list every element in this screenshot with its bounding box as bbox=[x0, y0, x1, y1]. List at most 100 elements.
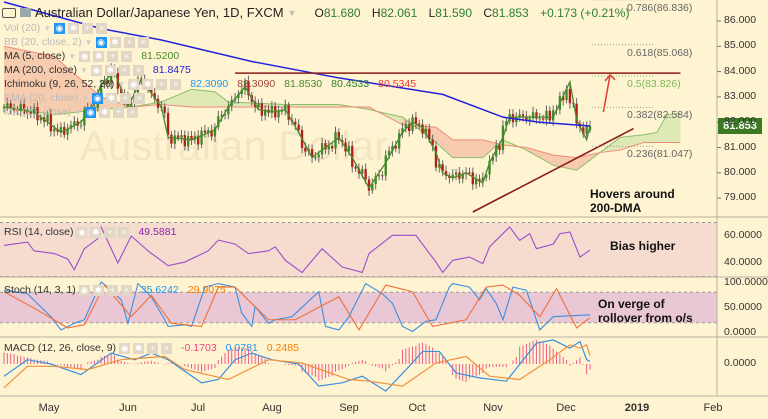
eye-icon[interactable]: ◉ bbox=[76, 226, 88, 238]
candle bbox=[381, 175, 384, 177]
candle bbox=[180, 135, 183, 138]
legend-row[interactable]: MA (5, close) ▼ ◉ ✱ + × 81.5200 bbox=[4, 50, 179, 62]
plus-icon[interactable]: + bbox=[120, 92, 132, 104]
ohlc-readout: O81.680 H82.061 L81.590 C81.853 +0.173 (… bbox=[315, 6, 638, 20]
legend-value: 81.8475 bbox=[152, 64, 191, 76]
close-icon[interactable]: × bbox=[118, 226, 130, 238]
time-label: Feb bbox=[703, 402, 723, 414]
gear-icon[interactable]: ✱ bbox=[104, 64, 116, 76]
stoch-tick: 50.0000 bbox=[724, 301, 762, 313]
candle bbox=[548, 110, 551, 121]
legend-row[interactable]: MA (20, close) ▼ ◉ ✱ + × bbox=[4, 106, 139, 118]
gear-icon[interactable]: ✱ bbox=[93, 50, 105, 62]
eye-icon[interactable]: ◉ bbox=[128, 78, 140, 90]
chevron-down-icon[interactable]: ▼ bbox=[85, 38, 93, 47]
annotation-line: Hovers around bbox=[590, 187, 675, 201]
stoch-tick: 0.0000 bbox=[724, 326, 757, 338]
legend-row[interactable]: MA (200, close) ▼ ◉ ✱ + × 81.8475 bbox=[4, 64, 191, 76]
chevron-down-icon[interactable]: ▼ bbox=[81, 94, 89, 103]
cloud-segment bbox=[191, 89, 215, 108]
collapse-icon[interactable] bbox=[2, 7, 16, 18]
gear-icon[interactable]: ✱ bbox=[142, 78, 154, 90]
annotation-200dma: Hovers around 200-DMA bbox=[590, 187, 675, 215]
price-tick: 80.000 bbox=[724, 165, 757, 178]
candle bbox=[585, 125, 588, 135]
plus-icon[interactable]: + bbox=[113, 106, 125, 118]
candle bbox=[418, 123, 421, 125]
chevron-down-icon[interactable]: ▼ bbox=[117, 80, 125, 89]
candle bbox=[277, 110, 280, 118]
legend-label: MA (5, close) bbox=[4, 50, 66, 62]
time-label: Nov bbox=[483, 402, 503, 414]
gear-icon[interactable]: ✱ bbox=[92, 284, 104, 296]
close-icon[interactable]: × bbox=[170, 78, 182, 90]
candle bbox=[297, 124, 300, 131]
plus-icon[interactable]: + bbox=[104, 226, 116, 238]
plus-icon[interactable]: + bbox=[147, 342, 159, 354]
candle bbox=[183, 135, 186, 147]
open-value: 81.680 bbox=[323, 5, 361, 20]
close-icon[interactable]: × bbox=[161, 342, 173, 354]
gear-icon[interactable]: ✱ bbox=[99, 106, 111, 118]
rsi-legend[interactable]: RSI (14, close) ◉ ✱ + × 49.5881 bbox=[4, 226, 176, 238]
eye-icon[interactable]: ◉ bbox=[79, 50, 91, 62]
eye-icon[interactable]: ◉ bbox=[54, 22, 66, 34]
time-label: Oct bbox=[408, 402, 426, 414]
annotation-line: rollover from o/s bbox=[598, 311, 693, 325]
candle bbox=[414, 117, 418, 124]
legend-row[interactable]: EMA (20, close) ▼ ◉ ✱ + × bbox=[4, 92, 146, 104]
legend-row[interactable]: BB (20, close, 2) ▼ ◉ ✱ + × bbox=[4, 36, 149, 48]
legend-value: 81.5200 bbox=[141, 50, 180, 62]
close-icon[interactable]: × bbox=[137, 36, 149, 48]
gear-icon[interactable]: ✱ bbox=[106, 92, 118, 104]
plus-icon[interactable]: + bbox=[118, 64, 130, 76]
legend-row[interactable]: Ichimoku (9, 26, 52, 26) ▼ ◉ ✱ + × 82.3090 82.3… bbox=[4, 78, 416, 90]
close-icon[interactable]: × bbox=[96, 22, 108, 34]
symbol-title[interactable]: Australian Dollar/Japanese Yen, 1D, FXCM bbox=[35, 5, 284, 20]
gear-icon[interactable]: ✱ bbox=[68, 22, 80, 34]
plus-icon[interactable]: + bbox=[123, 36, 135, 48]
eye-icon[interactable]: ◉ bbox=[78, 284, 90, 296]
chevron-down-icon[interactable]: ▼ bbox=[80, 66, 88, 75]
gear-icon[interactable]: ✱ bbox=[109, 36, 121, 48]
eye-icon[interactable]: ◉ bbox=[95, 36, 107, 48]
chevron-down-icon[interactable]: ▼ bbox=[43, 24, 51, 33]
close-icon[interactable]: × bbox=[132, 64, 144, 76]
close-icon[interactable]: × bbox=[134, 92, 146, 104]
plus-icon[interactable]: + bbox=[82, 22, 94, 34]
plus-icon[interactable]: + bbox=[156, 78, 168, 90]
candle bbox=[468, 172, 471, 174]
chevron-down-icon[interactable]: ▼ bbox=[74, 108, 82, 117]
candle bbox=[304, 147, 307, 152]
plus-icon[interactable]: + bbox=[106, 284, 118, 296]
chevron-down-icon[interactable]: ▼ bbox=[68, 52, 76, 61]
candle bbox=[257, 103, 260, 107]
rsi-label: RSI (14, close) bbox=[4, 226, 74, 238]
stoch-legend[interactable]: Stoch (14, 3, 1) ◉ ✱ + × 35.6242 29.9075 bbox=[4, 284, 226, 296]
eye-icon[interactable]: ◉ bbox=[92, 92, 104, 104]
candle bbox=[203, 130, 207, 133]
eye-icon[interactable]: ◉ bbox=[90, 64, 102, 76]
fib-label: 0.5(83.826) bbox=[627, 78, 681, 90]
chevron-down-icon[interactable]: ▼ bbox=[288, 8, 297, 18]
gear-icon[interactable]: ✱ bbox=[90, 226, 102, 238]
legend-label: Ichimoku (9, 26, 52, 26) bbox=[4, 78, 115, 90]
macd-label: MACD (12, 26, close, 9) bbox=[4, 342, 117, 354]
eye-icon[interactable]: ◉ bbox=[85, 106, 97, 118]
macd-legend[interactable]: MACD (12, 26, close, 9) ◉ ✱ + × -0.1703 0.0781… bbox=[4, 342, 299, 354]
eye-icon[interactable]: ◉ bbox=[119, 342, 131, 354]
plus-icon[interactable]: + bbox=[107, 50, 119, 62]
legend-value: 82.3090 bbox=[237, 78, 276, 90]
legend-row[interactable]: Vol (20) ▼ ◉ ✱ + × bbox=[4, 22, 108, 34]
gear-icon[interactable]: ✱ bbox=[133, 342, 145, 354]
fib-label: 0.382(82.584) bbox=[627, 109, 693, 122]
close-icon[interactable]: × bbox=[121, 50, 133, 62]
stoch-k-value: 35.6242 bbox=[140, 284, 179, 296]
time-label: May bbox=[38, 402, 60, 414]
legend-label: Vol (20) bbox=[4, 22, 41, 34]
close-icon[interactable]: × bbox=[120, 284, 132, 296]
close-icon[interactable]: × bbox=[127, 106, 139, 118]
candle bbox=[364, 169, 367, 180]
candle bbox=[327, 145, 330, 150]
time-label: Jun bbox=[119, 402, 137, 414]
